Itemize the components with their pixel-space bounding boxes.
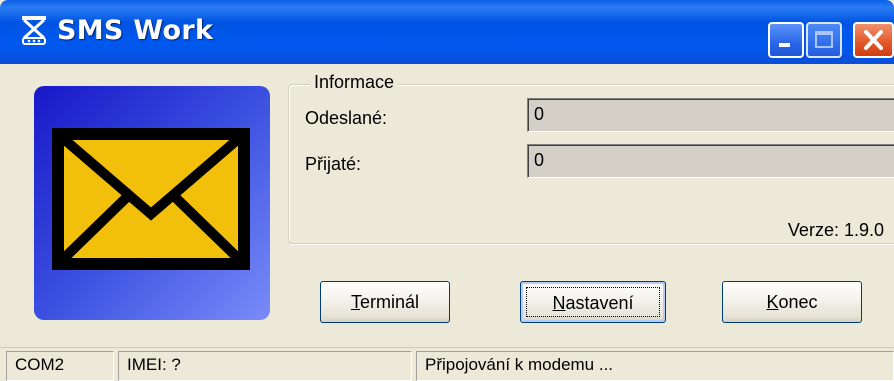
terminal-mnemonic: T (350, 292, 360, 312)
window-title: SMS Work (57, 15, 214, 46)
info-group-title: Informace (310, 72, 399, 93)
close-button[interactable] (853, 22, 894, 58)
terminal-label: erminál (359, 292, 420, 312)
sent-count-field: 0 (527, 98, 894, 132)
received-count-field: 0 (527, 144, 894, 178)
version-label: Verze: 1.9.0 (787, 220, 884, 240)
status-connection: Připojování k modemu ... (416, 351, 894, 381)
status-bar: COM2 IMEI: ? Připojování k modemu ... (0, 347, 894, 381)
minimize-icon (779, 43, 790, 47)
status-imei: IMEI: ? (118, 351, 412, 381)
settings-mnemonic: N (552, 293, 566, 313)
app-icon (22, 16, 46, 45)
received-label: Přijaté: (305, 154, 362, 174)
exit-button[interactable]: Konec (722, 281, 862, 323)
status-port: COM2 (6, 351, 114, 381)
maximize-icon (815, 31, 833, 48)
sent-label: Odeslané: (305, 108, 388, 128)
settings-label: astavení (565, 293, 634, 313)
settings-focus-rect: Nastavení (526, 287, 660, 317)
exit-label: onec (778, 292, 818, 312)
envelope-icon (52, 128, 250, 270)
maximize-button[interactable] (806, 22, 842, 58)
terminal-button[interactable]: Terminál (320, 281, 450, 323)
exit-mnemonic: K (766, 292, 779, 312)
app-window: SMS Work Informace Odeslané: 0 Přijaté: … (0, 0, 894, 381)
envelope-image (34, 86, 270, 320)
minimize-button[interactable] (768, 22, 804, 58)
settings-button[interactable]: Nastavení (520, 281, 666, 323)
title-bar[interactable]: SMS Work (0, 0, 894, 64)
close-icon (864, 30, 883, 50)
